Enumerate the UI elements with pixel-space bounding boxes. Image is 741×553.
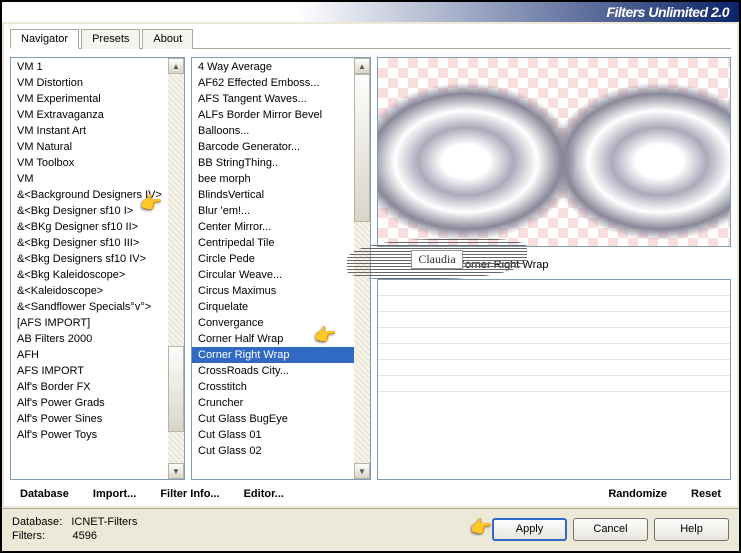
tab-presets[interactable]: Presets: [81, 29, 140, 49]
filter-item[interactable]: BlindsVertical: [192, 187, 354, 203]
category-item[interactable]: &<Bkg Kaleidoscope>: [11, 267, 168, 283]
filter-scrollbar[interactable]: ▲ ▼: [354, 58, 370, 479]
filter-item[interactable]: Corner Right Wrap: [192, 347, 354, 363]
filter-item[interactable]: Circular Weave...: [192, 267, 354, 283]
param-row: [378, 376, 730, 392]
window-titlebar: Filters Unlimited 2.0: [2, 2, 739, 22]
category-item[interactable]: Alf's Border FX: [11, 379, 168, 395]
param-row: [378, 296, 730, 312]
reset-button[interactable]: Reset: [691, 488, 721, 500]
filter-item[interactable]: bee morph: [192, 171, 354, 187]
category-item[interactable]: AB Filters 2000: [11, 331, 168, 347]
filter-item[interactable]: Centripedal Tile: [192, 235, 354, 251]
filter-info-button[interactable]: Filter Info...: [160, 488, 219, 500]
preview-panel: Claudia Corner Right Wrap: [377, 57, 731, 480]
param-row: [378, 312, 730, 328]
filter-item[interactable]: Cut Glass 01: [192, 427, 354, 443]
category-item[interactable]: &<Bkg Designers sf10 IV>: [11, 251, 168, 267]
category-item[interactable]: &<Bkg Designer sf10 I>: [11, 203, 168, 219]
filter-item[interactable]: Circle Pede: [192, 251, 354, 267]
category-item[interactable]: VM Distortion: [11, 75, 168, 91]
randomize-button[interactable]: Randomize: [608, 488, 667, 500]
filter-item[interactable]: Circus Maximus: [192, 283, 354, 299]
category-item[interactable]: VM Instant Art: [11, 123, 168, 139]
status-info: Database: ICNET-Filters Filters: 4596: [12, 515, 137, 543]
filter-item[interactable]: Corner Half Wrap: [192, 331, 354, 347]
filter-item[interactable]: Crosstitch: [192, 379, 354, 395]
editor-button[interactable]: Editor...: [244, 488, 284, 500]
param-row: [378, 360, 730, 376]
filter-item[interactable]: Cirquelate: [192, 299, 354, 315]
filter-item[interactable]: Barcode Generator...: [192, 139, 354, 155]
filter-list[interactable]: 4 Way AverageAF62 Effected Emboss...AFS …: [191, 57, 371, 480]
status-count-value: 4596: [73, 530, 97, 542]
filter-item[interactable]: Balloons...: [192, 123, 354, 139]
category-item[interactable]: VM Toolbox: [11, 155, 168, 171]
help-button[interactable]: Help: [654, 518, 729, 541]
import-button[interactable]: Import...: [93, 488, 136, 500]
status-db-value: ICNET-Filters: [71, 516, 137, 528]
scroll-down-icon[interactable]: ▼: [168, 463, 184, 479]
category-item[interactable]: &<Bkg Designer sf10 III>: [11, 235, 168, 251]
tab-strip: Navigator Presets About: [10, 28, 731, 49]
filter-item[interactable]: Blur 'em!...: [192, 203, 354, 219]
pointer-icon: 👈: [471, 517, 493, 538]
filter-item[interactable]: Cut Glass BugEye: [192, 411, 354, 427]
category-item[interactable]: &<Sandflower Specials°v°>: [11, 299, 168, 315]
category-item[interactable]: AFS IMPORT: [11, 363, 168, 379]
database-button[interactable]: Database: [20, 488, 69, 500]
filter-item[interactable]: AFS Tangent Waves...: [192, 91, 354, 107]
filter-item[interactable]: Cut Glass 02: [192, 443, 354, 459]
filter-item[interactable]: Center Mirror...: [192, 219, 354, 235]
filter-item[interactable]: ALFs Border Mirror Bevel: [192, 107, 354, 123]
category-item[interactable]: AFH: [11, 347, 168, 363]
category-item[interactable]: VM: [11, 171, 168, 187]
category-item[interactable]: [AFS IMPORT]: [11, 315, 168, 331]
filter-item[interactable]: Convergance: [192, 315, 354, 331]
category-item[interactable]: &<Background Designers IV>: [11, 187, 168, 203]
category-item[interactable]: VM 1: [11, 59, 168, 75]
category-item[interactable]: VM Extravaganza: [11, 107, 168, 123]
filter-item[interactable]: Cruncher: [192, 395, 354, 411]
category-item[interactable]: Alf's Power Toys: [11, 427, 168, 443]
parameter-list: [377, 279, 731, 480]
filter-item[interactable]: BB StringThing..: [192, 155, 354, 171]
scroll-up-icon[interactable]: ▲: [168, 58, 184, 74]
status-count-label: Filters:: [12, 530, 45, 542]
cancel-button[interactable]: Cancel: [573, 518, 648, 541]
category-item[interactable]: &<Kaleidoscope>: [11, 283, 168, 299]
current-filter-label: Corner Right Wrap: [377, 259, 731, 277]
param-row: [378, 344, 730, 360]
preview-image: [377, 57, 731, 247]
category-scrollbar[interactable]: ▲ ▼: [168, 58, 184, 479]
scroll-down-icon[interactable]: ▼: [354, 463, 370, 479]
filter-item[interactable]: 4 Way Average: [192, 59, 354, 75]
param-row: [378, 392, 730, 408]
category-item[interactable]: VM Experimental: [11, 91, 168, 107]
apply-button[interactable]: Apply: [492, 518, 567, 541]
category-item[interactable]: Alf's Power Sines: [11, 411, 168, 427]
category-item[interactable]: VM Natural: [11, 139, 168, 155]
param-row: [378, 328, 730, 344]
scroll-up-icon[interactable]: ▲: [354, 58, 370, 74]
param-row: [378, 280, 730, 296]
filter-item[interactable]: AF62 Effected Emboss...: [192, 75, 354, 91]
category-item[interactable]: &<BKg Designer sf10 II>: [11, 219, 168, 235]
tab-about[interactable]: About: [142, 29, 193, 49]
window-title: Filters Unlimited 2.0: [606, 4, 729, 20]
status-db-label: Database:: [12, 516, 62, 528]
category-item[interactable]: Alf's Power Grads: [11, 395, 168, 411]
filter-item[interactable]: CrossRoads City...: [192, 363, 354, 379]
category-list[interactable]: VM 1VM DistortionVM ExperimentalVM Extra…: [10, 57, 185, 480]
tab-navigator[interactable]: Navigator: [10, 29, 79, 49]
